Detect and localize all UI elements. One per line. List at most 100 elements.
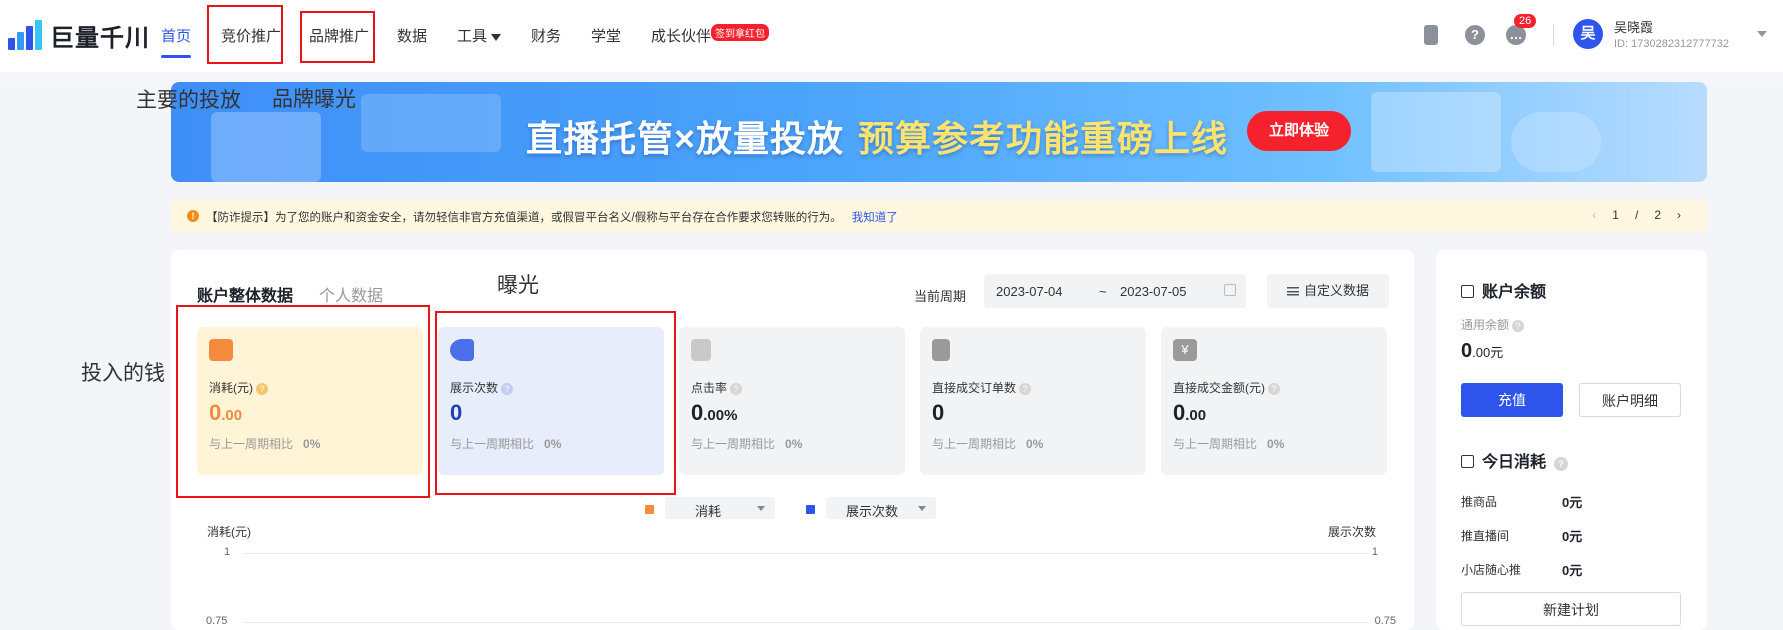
help-icon[interactable]: ? <box>1019 383 1032 395</box>
metric-value: 0.00% <box>691 400 737 426</box>
date-separator: ~ <box>1099 284 1107 299</box>
banner-title-sub: 预算参考功能重磅上线 <box>858 118 1229 159</box>
today-row-value: 0元 <box>1562 495 1583 510</box>
order-icon <box>932 339 950 361</box>
today-row-label: 推直播间 <box>1461 529 1510 543</box>
user-menu-chevron-icon[interactable] <box>1757 31 1767 37</box>
banner-title-main: 直播托管×放量投放 <box>526 118 845 159</box>
today-row-value: 0元 <box>1562 563 1583 578</box>
metric-compare: 与上一周期相比 0% <box>1173 435 1284 452</box>
metric-compare: 与上一周期相比 0% <box>691 435 802 452</box>
custom-data-button[interactable]: 自定义数据 <box>1267 274 1389 308</box>
account-balance-title-text: 账户余额 <box>1482 284 1547 301</box>
metric-value-decimal: .00% <box>703 407 738 424</box>
legend-select-spend[interactable]: 消耗 <box>665 497 775 519</box>
metric-compare-value: 0% <box>1267 437 1285 451</box>
date-range-picker[interactable]: 2023-07-04 ~ 2023-07-05 <box>984 274 1246 308</box>
help-icon[interactable]: ? <box>1465 25 1485 45</box>
account-balance-title: 账户余额 <box>1461 278 1546 302</box>
user-id: ID: 1730282312777732 <box>1614 38 1729 50</box>
recharge-button[interactable]: 充值 <box>1461 383 1563 417</box>
general-balance-label-text: 通用余额 <box>1461 318 1510 332</box>
legend-select-impressions[interactable]: 展示次数 <box>826 497 936 519</box>
phone-icon[interactable] <box>1424 25 1438 45</box>
pager-current: 1 <box>1612 208 1619 222</box>
metric-compare: 与上一周期相比 0% <box>932 435 1043 452</box>
nav-tools[interactable]: 工具 <box>457 25 502 46</box>
today-row-label: 小店随心推 <box>1461 563 1522 577</box>
legend-color-spend <box>645 505 654 514</box>
metric-value-int: 0 <box>691 400 704 425</box>
message-icon[interactable]: … <box>1506 25 1526 45</box>
annotation-brand-note: 品牌曝光 <box>272 87 356 111</box>
nav-growth-partner[interactable]: 成长伙伴 <box>651 25 711 46</box>
legend-color-impressions <box>806 505 815 514</box>
new-plan-button[interactable]: 新建计划 <box>1461 592 1681 626</box>
banner-decor-chart-icon <box>211 112 321 182</box>
metric-label: 点击率? <box>691 379 743 396</box>
annotation-spend-note: 投入的钱 <box>81 361 165 385</box>
date-end: 2023-07-05 <box>1120 284 1187 299</box>
nav-data[interactable]: 数据 <box>397 25 427 46</box>
period-label: 当前周期 <box>914 289 967 304</box>
y-tick-left: 0.75 <box>206 615 228 627</box>
nav-academy[interactable]: 学堂 <box>591 25 621 46</box>
banner-decor-dashboard-icon <box>1371 92 1501 172</box>
chevron-down-icon <box>757 506 765 511</box>
logo-text: 巨量千川 <box>50 25 150 52</box>
avatar[interactable]: 吴 <box>1573 19 1603 49</box>
metric-value-int: 0 <box>932 400 945 425</box>
balance-value: 0.00元 <box>1461 340 1503 363</box>
notice-message: 【防诈提示】为了您的账户和资金安全，请勿轻信非官方充值渠道，或假冒平台名义/假称… <box>206 212 842 224</box>
metric-label: 直接成交订单数? <box>932 379 1032 396</box>
tab-account-overall[interactable]: 账户整体数据 <box>197 282 293 306</box>
metric-label: 直接成交金额(元)? <box>1173 379 1280 396</box>
yen-icon: ¥ <box>1173 339 1197 361</box>
chevron-down-icon <box>491 33 502 41</box>
account-detail-button[interactable]: 账户明细 <box>1579 383 1681 417</box>
tab-personal-data[interactable]: 个人数据 <box>319 282 383 306</box>
nav-finance[interactable]: 财务 <box>531 25 561 46</box>
today-spend-title-text: 今日消耗 <box>1482 454 1547 471</box>
banner-try-button[interactable]: 立即体验 <box>1247 111 1351 151</box>
metric-card-ctr[interactable]: 点击率? 0.00% 与上一周期相比 0% <box>679 327 905 475</box>
balance-decimal: .00 <box>1472 345 1491 360</box>
legend-label-impressions: 展示次数 <box>846 504 899 519</box>
brand-logo[interactable]: 巨量千川 <box>6 18 150 53</box>
promo-banner[interactable]: 直播托管×放量投放 预算参考功能重磅上线 立即体验 <box>171 82 1707 182</box>
nav-home[interactable]: 首页 <box>161 25 192 58</box>
metric-card-gmv[interactable]: ¥ 直接成交金额(元)? 0.00 与上一周期相比 0% <box>1161 327 1387 475</box>
gridline <box>243 553 1368 554</box>
help-icon[interactable]: ? <box>1268 383 1280 395</box>
calendar-icon <box>1224 284 1236 296</box>
help-icon[interactable]: ? <box>730 383 743 395</box>
today-row-label: 推商品 <box>1461 495 1498 509</box>
chevron-right-icon[interactable]: › <box>1677 208 1681 222</box>
date-start: 2023-07-04 <box>996 284 1063 299</box>
growth-badge: 签到拿红包 <box>711 24 769 41</box>
metric-card-orders[interactable]: 直接成交订单数? 0 与上一周期相比 0% <box>920 327 1146 475</box>
annotation-box-brand <box>300 11 375 63</box>
banner-decor-circle-icon <box>1511 112 1601 172</box>
metric-compare-label: 与上一周期相比 <box>1173 437 1258 451</box>
help-icon[interactable]: ? <box>1554 457 1569 471</box>
fraud-notice-bar: ! 【防诈提示】为了您的账户和资金安全，请勿轻信非官方充值渠道，或假冒平台名义/… <box>171 200 1707 232</box>
header-divider <box>1553 24 1554 46</box>
today-row-value: 0元 <box>1562 529 1583 544</box>
legend-label-spend: 消耗 <box>695 504 722 519</box>
user-name[interactable]: 吴晓霞 <box>1614 17 1653 36</box>
metric-value: 0.00 <box>1173 400 1206 426</box>
help-icon[interactable]: ? <box>1512 320 1525 332</box>
notice-pager: ‹ 1 / 2 › <box>1592 208 1681 222</box>
metric-label-text: 直接成交金额(元) <box>1173 381 1265 395</box>
annotation-box-impressions <box>435 311 676 495</box>
notice-dismiss-link[interactable]: 我知道了 <box>852 212 898 224</box>
account-panel: 账户余额 通用余额? 0.00元 充值 账户明细 今日消耗? 推商品 0元 推直… <box>1436 250 1707 630</box>
metric-label-text: 点击率 <box>691 381 728 395</box>
custom-data-label: 自定义数据 <box>1303 283 1369 298</box>
metric-value-decimal: .00 <box>1185 407 1207 424</box>
sliders-icon <box>1286 286 1299 296</box>
chevron-left-icon[interactable]: ‹ <box>1592 208 1596 222</box>
annotation-exposure-note: 曝光 <box>497 273 539 297</box>
y-axis-left-title: 消耗(元) <box>207 525 251 539</box>
